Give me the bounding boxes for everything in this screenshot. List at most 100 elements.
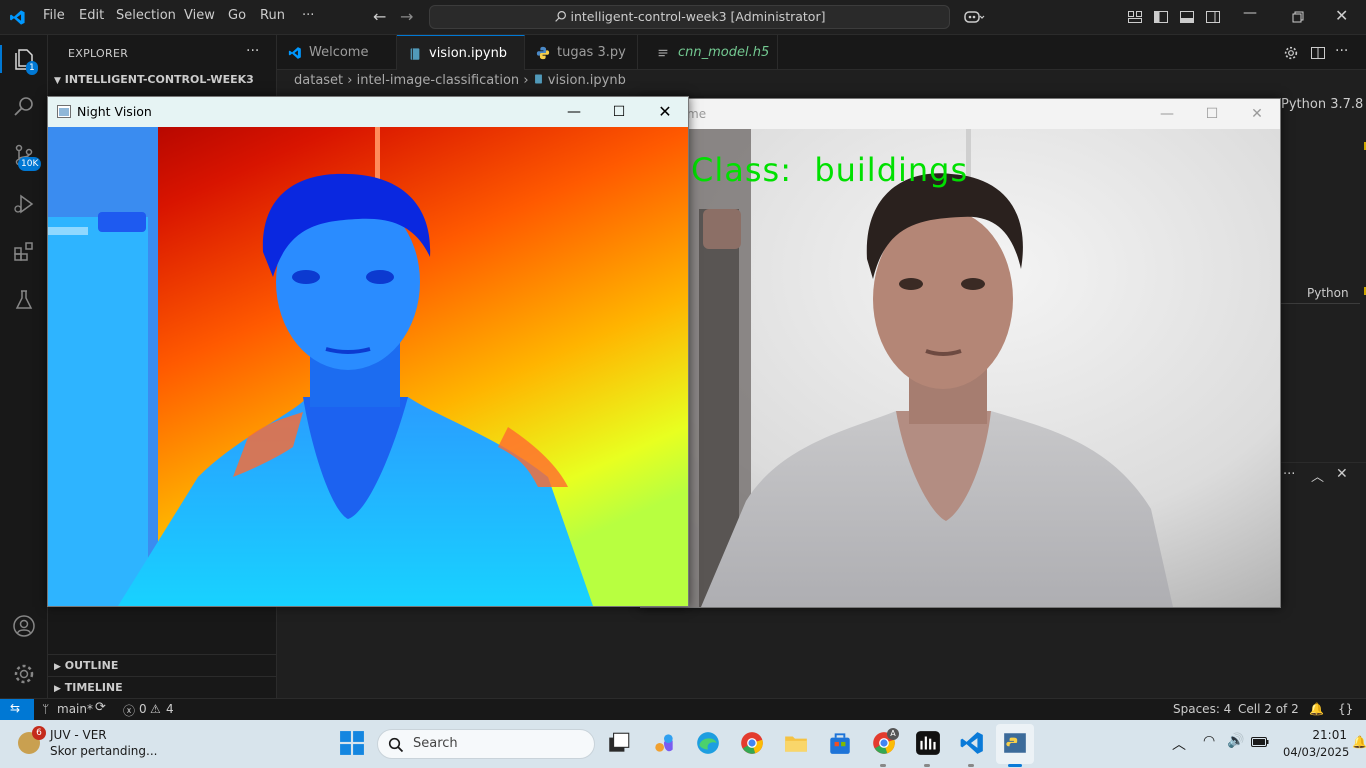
accounts-icon[interactable] [12,614,36,638]
extensions-icon[interactable] [12,240,36,264]
microsoft-store-icon[interactable] [827,730,853,756]
remote-indicator[interactable]: ⇆ [0,699,34,721]
tab-vision-notebook[interactable]: vision.ipynb ● [397,35,525,95]
vscode-taskbar-icon[interactable] [959,730,985,756]
breadcrumb-item[interactable]: dataset [294,73,343,88]
widget-subtitle[interactable]: Skor pertanding... [50,744,157,758]
tab-label: vision.ipynb [429,46,508,61]
indentation-status[interactable]: Spaces: 4 [1173,702,1231,716]
testing-icon[interactable] [12,288,36,312]
menu-file[interactable]: File [43,8,65,23]
toggle-secondary-sidebar-icon[interactable] [1205,9,1221,25]
frame-window-titlebar[interactable]: me — ☐ ✕ [641,99,1280,129]
webcam-frame-image [641,129,1280,607]
breadcrumb-item[interactable]: intel-image-classification [357,73,520,88]
notifications-bell-icon[interactable]: 🔔 [1309,702,1324,716]
forward-arrow-icon[interactable]: → [400,7,413,26]
language-braces[interactable]: {} [1338,702,1353,716]
night-vision-titlebar[interactable]: Night Vision — ☐ ✕ [48,97,688,127]
taskbar-search-box[interactable]: Search [377,729,595,759]
panel-more-icon[interactable]: ··· [1283,467,1295,482]
menu-run[interactable]: Run [260,8,285,23]
split-editor-icon[interactable] [1310,45,1326,61]
copilot-app-icon[interactable] [651,730,677,756]
wifi-icon[interactable]: ◠ [1203,733,1215,749]
maximize-icon[interactable]: ☐ [1189,99,1235,129]
toggle-panel-icon[interactable] [1179,9,1195,25]
widget-title[interactable]: JUV - VER [50,728,107,742]
file-explorer-icon[interactable] [783,730,809,756]
chevron-up-icon[interactable]: ︿ [1172,734,1186,754]
minimize-icon[interactable]: — [1243,5,1257,21]
close-icon[interactable]: ✕ [642,97,688,127]
python-icon [536,46,550,60]
tab-label: Welcome [309,45,369,60]
volume-icon[interactable]: 🔊 [1227,733,1244,749]
running-indicator [1008,764,1022,767]
tab-welcome[interactable]: Welcome [277,35,397,70]
restore-icon[interactable] [1290,9,1306,25]
panel-close-icon[interactable]: ✕ [1336,466,1348,482]
warning-icon: ⚠ [150,702,161,716]
sync-icon[interactable]: ⟳ [95,700,106,715]
minimize-icon[interactable]: — [1144,99,1190,129]
workspace-folder-header[interactable]: ▼ INTELLIGENT-CONTROL-WEEK3 [54,73,254,86]
settings-gear-icon[interactable] [12,662,36,686]
timeline-label: TIMELINE [64,681,123,694]
more-actions-button[interactable]: ··· [1335,43,1348,59]
notification-bell-icon[interactable]: 🔔 [1352,735,1366,749]
audio-app-icon[interactable] [915,730,941,756]
battery-icon[interactable] [1251,736,1269,748]
run-debug-icon[interactable] [12,192,36,216]
menu-view[interactable]: View [184,8,215,23]
running-indicator [880,764,886,767]
activity-bar: 1 10K [0,35,48,698]
search-icon[interactable] [12,95,36,119]
explorer-more-button[interactable]: ··· [246,43,259,59]
edge-browser-icon[interactable] [695,730,721,756]
menu-edit[interactable]: Edit [79,8,104,23]
back-arrow-icon[interactable]: ← [373,7,386,26]
frame-window: me — ☐ ✕ Class: buildings [640,98,1281,608]
breadcrumb: dataset › intel-image-classification › v… [277,70,1366,92]
chrome-browser-icon[interactable] [739,730,765,756]
outline-section[interactable]: ▶ OUTLINE [48,654,277,676]
error-count[interactable]: 0 [139,702,147,716]
close-icon[interactable]: ✕ [1335,6,1348,25]
toggle-primary-sidebar-icon[interactable] [1153,9,1169,25]
running-indicator [968,764,974,767]
tab-tugas-3[interactable]: tugas 3.py [525,35,638,70]
code-cell[interactable] [1281,120,1360,304]
task-view-icon[interactable] [606,730,632,756]
command-center[interactable]: intelligent-control-week3 [Administrator… [429,5,950,29]
tab-cnn-model[interactable]: cnn_model.h5 U [638,35,778,95]
workspace-folder-name: INTELLIGENT-CONTROL-WEEK3 [64,73,254,86]
menu-selection[interactable]: Selection [116,8,176,23]
python-window-icon[interactable] [1002,730,1028,756]
breadcrumb-item[interactable]: vision.ipynb [548,73,626,88]
menu-more[interactable]: ··· [302,8,314,23]
kernel-picker[interactable]: Python 3.7.8 [1281,97,1363,112]
windows-start-icon[interactable] [339,730,365,756]
clock-time[interactable]: 21:01 [1303,728,1347,742]
warning-count[interactable]: 4 [166,702,174,716]
chevron-right-icon: › [523,73,533,88]
night-vision-title: Night Vision [77,104,152,119]
timeline-section[interactable]: ▶ TIMELINE [48,676,277,698]
tab-label: cnn_model.h5 [678,45,770,60]
maximize-icon[interactable]: ☐ [596,97,642,127]
customize-layout-icon[interactable] [1127,9,1143,25]
minimize-icon[interactable]: — [551,97,597,127]
cell-position-status[interactable]: Cell 2 of 2 [1238,702,1299,716]
panel-maximize-icon[interactable]: ︿ [1311,466,1324,485]
close-icon[interactable]: ✕ [1234,99,1280,129]
cell-language-label[interactable]: Python [1307,286,1349,300]
file-icon [658,49,668,57]
copilot-icon[interactable] [963,9,985,25]
notebook-settings-icon[interactable] [1283,45,1299,61]
branch-name[interactable]: main* [57,702,93,716]
clock-date[interactable]: 04/03/2025 [1283,745,1349,759]
frame-window-title: me [687,107,707,121]
menu-go[interactable]: Go [228,8,246,23]
search-icon [554,11,566,22]
